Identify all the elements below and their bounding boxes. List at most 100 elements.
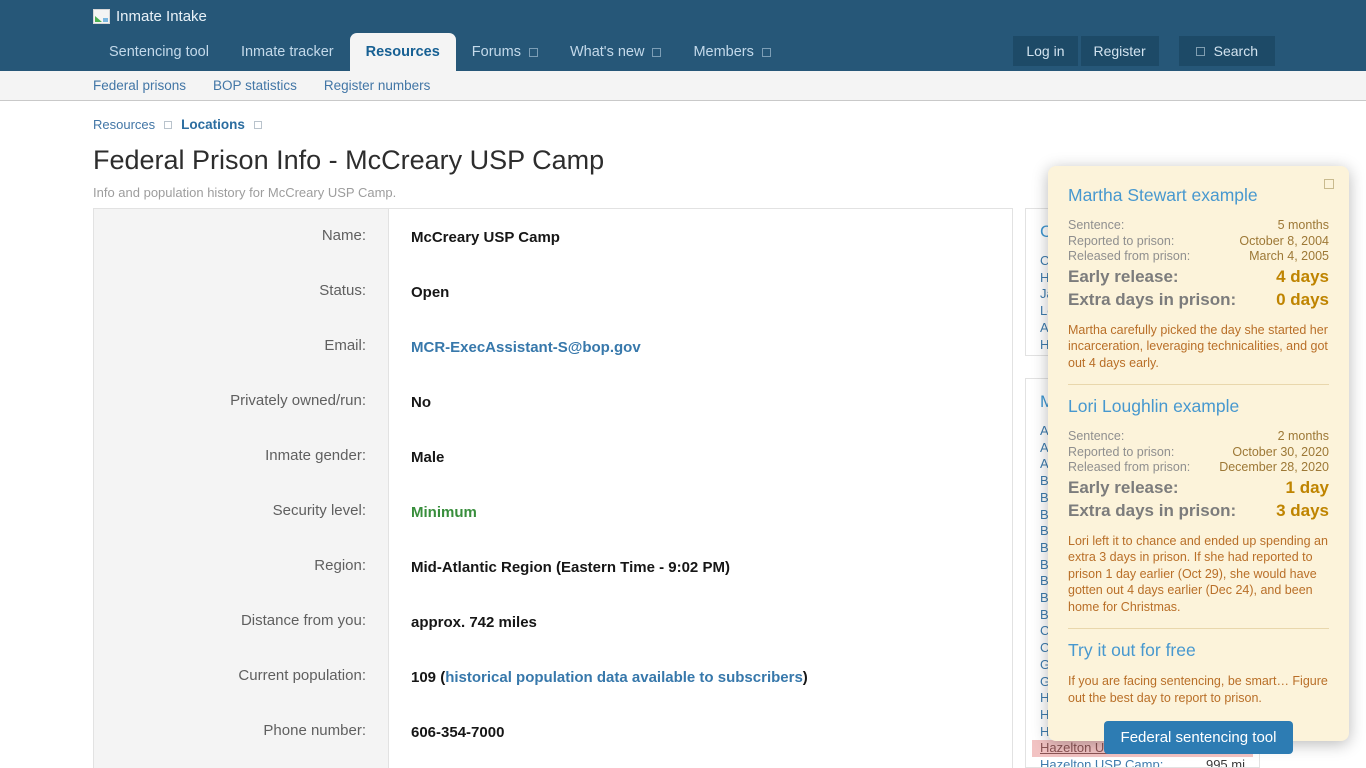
detail-row-distance-from-you: Distance from you: approx. 742 miles <box>94 594 1012 649</box>
field-value-text: approx. 742 miles <box>411 614 537 631</box>
field-value-link[interactable]: historical population data available to … <box>445 669 803 686</box>
breadcrumb-link-locations[interactable]: Locations <box>181 117 245 132</box>
field-value: 109 (historical population data availabl… <box>389 649 808 704</box>
detail-row-email: Email: MCR-ExecAssistant-S@bop.gov <box>94 319 1012 374</box>
nav-tab-resources[interactable]: Resources <box>350 33 456 71</box>
field-value-text: Mid-Atlantic Region (Eastern Time - 9:02… <box>411 559 730 576</box>
popup-sections: Martha Stewart exampleSentence:5 monthsR… <box>1068 185 1329 754</box>
detail-row-region: Region: Mid-Atlantic Region (Eastern Time… <box>94 539 1012 594</box>
popup-detail-row: Released from prison:March 4, 2005 <box>1068 249 1329 265</box>
popup-detail-label: Sentence: <box>1068 218 1124 234</box>
popup-detail-label: Reported to prison: <box>1068 445 1174 461</box>
popup-detail-label: Reported to prison: <box>1068 234 1174 250</box>
dropdown-icon <box>652 48 661 57</box>
field-value-text: 109 ( <box>411 669 445 686</box>
popup-section-title-try-it-out-for-free[interactable]: Try it out for free <box>1068 640 1329 661</box>
popup-big-label: Extra days in prison: <box>1068 499 1236 522</box>
popup-big-value: 1 day <box>1286 476 1329 499</box>
field-value: No <box>389 374 431 429</box>
popup-detail-value: October 8, 2004 <box>1239 234 1329 250</box>
close-icon[interactable] <box>1324 179 1334 189</box>
popup-note: Martha carefully picked the day she star… <box>1068 322 1329 372</box>
popup-section-title-martha-stewart-example[interactable]: Martha Stewart example <box>1068 185 1329 206</box>
popup-detail-value: 2 months <box>1278 429 1329 445</box>
subnav-link-register-numbers[interactable]: Register numbers <box>324 78 431 93</box>
site-logo[interactable]: Inmate Intake <box>93 8 207 25</box>
popup-big-row: Early release:4 days <box>1068 265 1329 288</box>
register-button[interactable]: Register <box>1081 36 1159 66</box>
nav-tab-label: Inmate tracker <box>241 44 334 60</box>
subnav: Federal prisons BOP statistics Register nu… <box>0 71 1366 101</box>
popup-detail-value: October 30, 2020 <box>1232 445 1329 461</box>
breadcrumb-separator-icon <box>164 121 172 129</box>
field-label: Phone number: <box>94 704 389 759</box>
nav-right: Log inRegister Search <box>1013 36 1366 66</box>
field-value-text: Male <box>411 449 444 466</box>
subnav-link-bop-statistics[interactable]: BOP statistics <box>213 78 297 93</box>
popup-section-divider <box>1068 628 1329 629</box>
nav-tab-forums[interactable]: Forums <box>456 33 554 71</box>
breadcrumb-separator-icon <box>254 121 262 129</box>
field-value-text: No <box>411 394 431 411</box>
dropdown-icon <box>529 48 538 57</box>
field-label: Email: <box>94 319 389 374</box>
nav-tab-label: Resources <box>366 44 440 60</box>
dropdown-icon <box>762 48 771 57</box>
nav-tab-label: What's new <box>570 44 645 60</box>
search-button[interactable]: Search <box>1179 36 1275 66</box>
broken-image-icon <box>93 9 110 24</box>
popup-detail-label: Released from prison: <box>1068 460 1190 476</box>
nav-tab-inmate-tracker[interactable]: Inmate tracker <box>225 33 350 71</box>
brand-name: Inmate Intake <box>116 8 207 25</box>
popup-detail-value: December 28, 2020 <box>1219 460 1329 476</box>
popup-detail-label: Sentence: <box>1068 429 1124 445</box>
detail-row-privately-owned-run: Privately owned/run:No <box>94 374 1012 429</box>
field-label: Status: <box>94 264 389 319</box>
field-label: Inmate gender: <box>94 429 389 484</box>
log-in-button[interactable]: Log in <box>1013 36 1077 66</box>
field-value-text: ) <box>803 669 808 686</box>
popup-big-value: 4 days <box>1276 265 1329 288</box>
field-label: Distance from you: <box>94 594 389 649</box>
popup-big-label: Extra days in prison: <box>1068 288 1236 311</box>
field-value: Mid-Atlantic Region (Eastern Time - 9:02… <box>389 539 730 594</box>
field-label: Security level: <box>94 484 389 539</box>
popup-big-row: Extra days in prison:0 days <box>1068 288 1329 311</box>
field-label: Region: <box>94 539 389 594</box>
examples-popup: Martha Stewart exampleSentence:5 monthsR… <box>1048 166 1349 741</box>
nav-tab-what-s-new[interactable]: What's new <box>554 33 678 71</box>
popup-detail-row: Reported to prison: October 8, 2004 <box>1068 234 1329 250</box>
field-value: 606-354-7000 <box>389 704 504 759</box>
popup-big-row: Early release: 1 day <box>1068 476 1329 499</box>
detail-row-name: Name:McCreary USP Camp <box>94 209 1012 264</box>
popup-section-divider <box>1068 384 1329 385</box>
sidebar-item-link[interactable]: Hazelton USP Camp: <box>1040 757 1163 768</box>
field-value-text: McCreary USP Camp <box>411 229 560 246</box>
search-label: Search <box>1214 43 1258 59</box>
detail-row-address: Address:330 Federal WayPine Knot, KY 426… <box>94 759 1012 768</box>
field-value: Open <box>389 264 449 319</box>
nav-tab-members[interactable]: Members <box>677 33 786 71</box>
field-value: MCR-ExecAssistant-S@bop.gov <box>389 319 641 374</box>
detail-row-status: Status:Open <box>94 264 1012 319</box>
subnav-link-federal-prisons[interactable]: Federal prisons <box>93 78 186 93</box>
field-value: Male <box>389 429 444 484</box>
breadcrumb: Resources Locations <box>93 117 1366 132</box>
breadcrumb-link-resources[interactable]: Resources <box>93 117 155 132</box>
nav-tab-label: Members <box>693 44 753 60</box>
federal-sentencing-tool-button[interactable]: Federal sentencing tool <box>1104 721 1294 754</box>
sidebar-item-distance: 995 mi <box>1206 757 1245 768</box>
popup-detail-row: Sentence: 2 months <box>1068 429 1329 445</box>
nav-tab-sentencing-tool[interactable]: Sentencing tool <box>93 33 225 71</box>
popup-detail-label: Released from prison: <box>1068 249 1190 265</box>
field-value: McCreary USP Camp <box>389 209 560 264</box>
field-value-link[interactable]: MCR-ExecAssistant-S@bop.gov <box>411 339 641 356</box>
nav-tab-label: Sentencing tool <box>109 44 209 60</box>
popup-detail-row: Sentence:5 months <box>1068 218 1329 234</box>
detail-row-phone-number: Phone number:606-354-7000 <box>94 704 1012 759</box>
popup-section-title-lori-loughlin-example[interactable]: Lori Loughlin example <box>1068 396 1329 417</box>
popup-big-label: Early release: <box>1068 476 1179 499</box>
nav-tab-label: Forums <box>472 44 521 60</box>
detail-row-inmate-gender: Inmate gender: Male <box>94 429 1012 484</box>
popup-detail-row: Reported to prison: October 30, 2020 <box>1068 445 1329 461</box>
